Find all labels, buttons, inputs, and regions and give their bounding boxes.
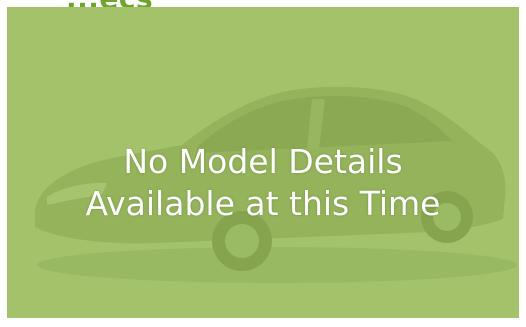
no-details-message: No Model Details Available at this Time — [7, 141, 519, 225]
model-details-frame: ...ecs No Model Details Available at thi… — [0, 0, 526, 327]
no-details-placeholder: No Model Details Available at this Time — [7, 7, 519, 318]
message-line-2: Available at this Time — [85, 184, 441, 223]
message-line-1: No Model Details — [123, 142, 403, 181]
